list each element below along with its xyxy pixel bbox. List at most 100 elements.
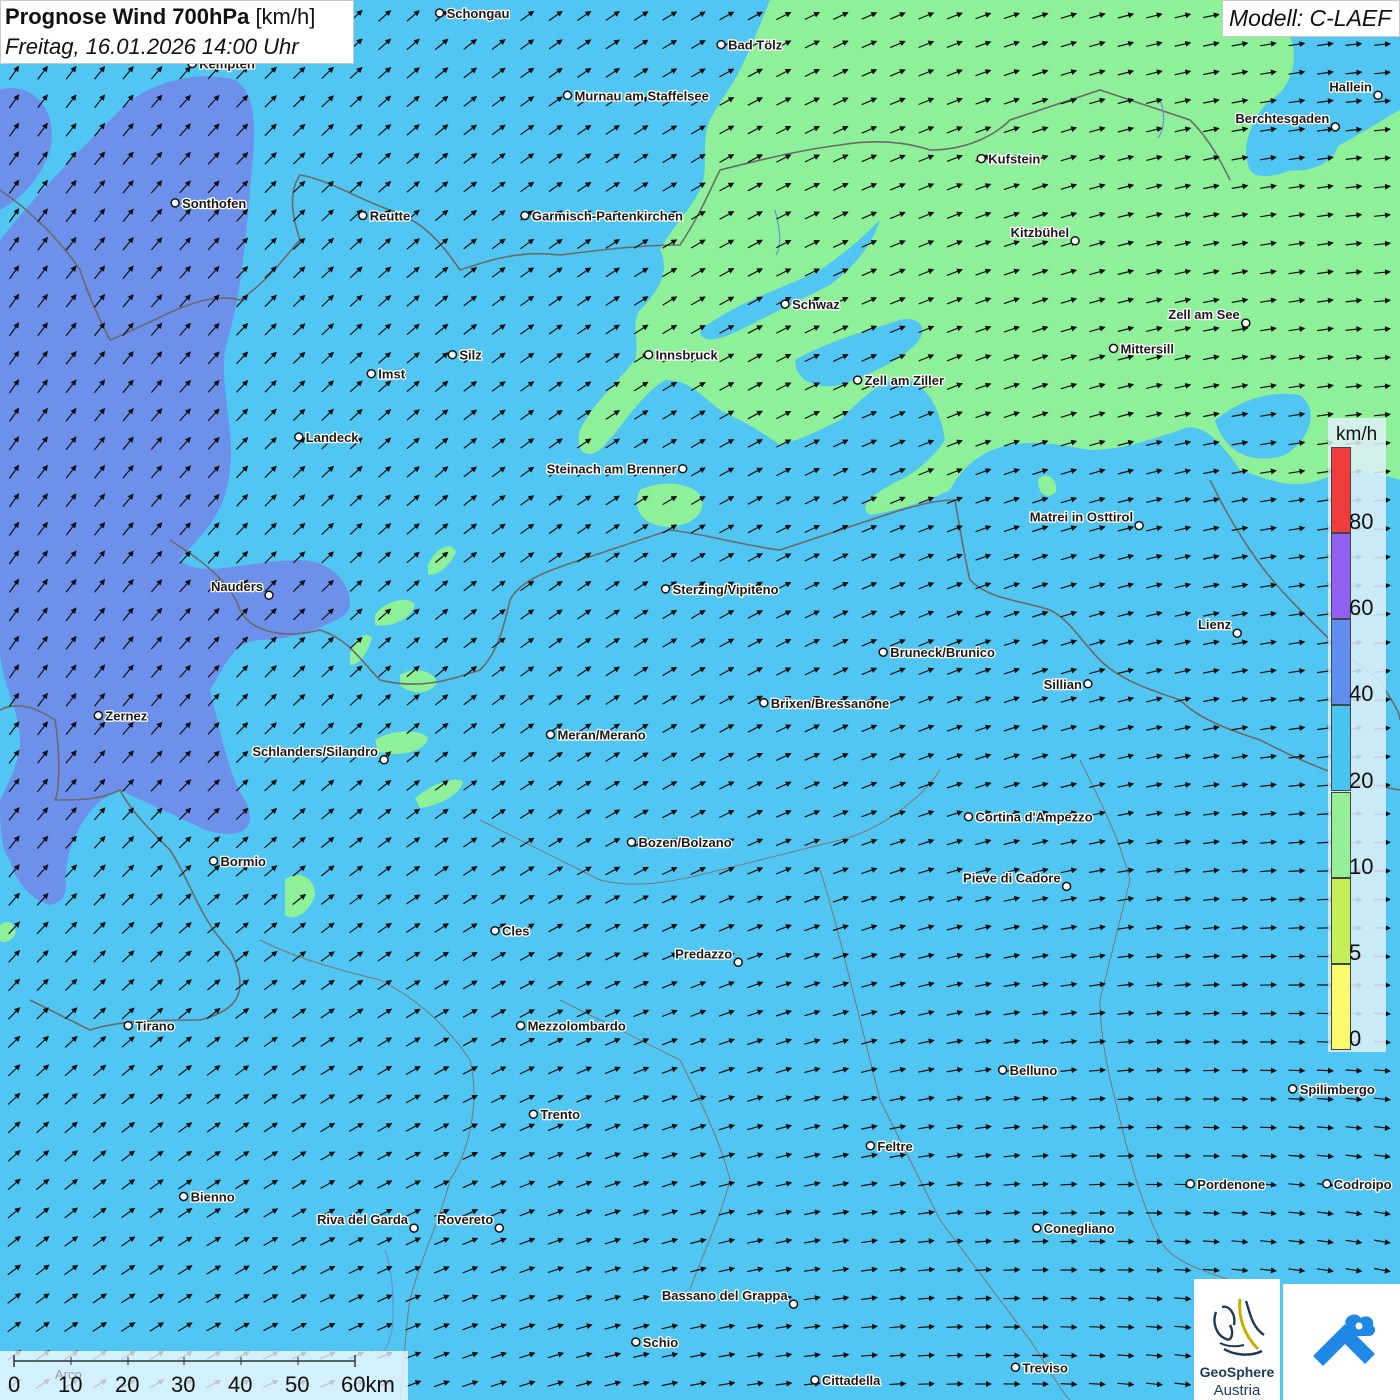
city-marker[interactable] bbox=[379, 755, 389, 765]
city-label: Rovereto bbox=[437, 1212, 493, 1227]
city-label: Sonthofen bbox=[182, 196, 246, 211]
city-label: Kufstein bbox=[988, 152, 1040, 167]
city-marker[interactable] bbox=[1185, 1179, 1196, 1189]
city-label: Hallein bbox=[1329, 79, 1372, 94]
city-label: Schwaz bbox=[792, 297, 840, 312]
wind-arrow bbox=[1288, 1067, 1306, 1074]
city-marker[interactable] bbox=[434, 8, 445, 18]
model-box: Modell: C-LAEF bbox=[1222, 0, 1400, 37]
city-label: Schlanders/Silandro bbox=[252, 744, 378, 759]
wind-arrow bbox=[1288, 924, 1306, 931]
city-label: Cles bbox=[502, 924, 529, 939]
city-label: Feltre bbox=[877, 1139, 912, 1154]
logo-text: GeoSphere bbox=[1199, 1364, 1275, 1380]
wind-arrow bbox=[1174, 1238, 1192, 1245]
scale-label: 0 bbox=[8, 1372, 21, 1397]
city-marker[interactable] bbox=[716, 39, 726, 50]
city-marker[interactable] bbox=[494, 1223, 505, 1233]
city-marker[interactable] bbox=[1330, 122, 1341, 132]
city-marker[interactable] bbox=[631, 1337, 641, 1347]
city-marker[interactable] bbox=[1134, 520, 1144, 531]
city-label: Sterzing/Vipiteno bbox=[673, 582, 779, 597]
city-marker[interactable] bbox=[490, 925, 500, 936]
wind-arrow bbox=[1060, 1352, 1078, 1359]
wind-arrow bbox=[1117, 1295, 1135, 1302]
city-label: Tirano bbox=[135, 1019, 175, 1034]
city-marker[interactable] bbox=[788, 1299, 799, 1309]
legend-tick-label: 5 bbox=[1349, 939, 1362, 965]
city-marker[interactable] bbox=[208, 856, 219, 866]
wind-arrow bbox=[1174, 1210, 1192, 1217]
city-marker[interactable] bbox=[963, 811, 974, 822]
city-marker[interactable] bbox=[358, 210, 368, 221]
weather-app-logo[interactable] bbox=[1283, 1284, 1400, 1400]
city-marker[interactable] bbox=[264, 590, 274, 600]
city-label: Murnau am Staffelsee bbox=[575, 88, 709, 103]
city-marker[interactable] bbox=[1322, 1179, 1332, 1189]
city-marker[interactable] bbox=[123, 1020, 133, 1031]
city-marker[interactable] bbox=[1241, 318, 1251, 328]
city-marker[interactable] bbox=[1373, 90, 1383, 101]
city-label: Pordenone bbox=[1197, 1177, 1265, 1192]
city-marker[interactable] bbox=[93, 710, 104, 721]
city-marker[interactable] bbox=[1061, 881, 1072, 892]
city-marker[interactable] bbox=[677, 463, 688, 474]
city-label: Garmisch-Partenkirchen bbox=[532, 209, 683, 224]
legend-tick-label: 60 bbox=[1349, 595, 1374, 621]
city-marker[interactable] bbox=[170, 198, 180, 208]
wind-arrow bbox=[1259, 1124, 1277, 1131]
city-marker[interactable] bbox=[366, 368, 377, 379]
city-label: Trento bbox=[540, 1107, 580, 1122]
city-label: Steinach am Brenner bbox=[547, 462, 677, 477]
wind-arrow bbox=[1060, 1209, 1078, 1216]
city-marker[interactable] bbox=[528, 1109, 539, 1119]
city-marker[interactable] bbox=[643, 349, 654, 360]
city-marker[interactable] bbox=[852, 375, 863, 385]
city-label: Bienno bbox=[191, 1190, 235, 1205]
city-label: Nauders bbox=[211, 579, 263, 594]
city-marker[interactable] bbox=[1010, 1362, 1021, 1373]
city-label: Bruneck/Brunico bbox=[890, 645, 995, 660]
city-marker[interactable] bbox=[1032, 1223, 1042, 1233]
city-marker[interactable] bbox=[810, 1375, 820, 1385]
city-marker[interactable] bbox=[1083, 679, 1093, 689]
wind-arrow bbox=[1145, 1267, 1163, 1274]
scale-label: 30 bbox=[171, 1372, 196, 1397]
city-marker[interactable] bbox=[865, 1141, 876, 1151]
city-marker[interactable] bbox=[1287, 1084, 1298, 1094]
city-marker[interactable] bbox=[733, 957, 743, 968]
city-marker[interactable] bbox=[562, 90, 573, 101]
wind-arrow bbox=[1031, 1238, 1049, 1245]
city-label: Imst bbox=[378, 367, 405, 382]
city-marker[interactable] bbox=[626, 837, 637, 847]
geosphere-emblem-icon bbox=[1213, 1298, 1265, 1356]
city-marker[interactable] bbox=[997, 1065, 1008, 1075]
geosphere-logo[interactable]: GeoSphere Austria bbox=[1194, 1279, 1280, 1400]
city-marker[interactable] bbox=[1070, 236, 1080, 246]
wind-arrow bbox=[1060, 1381, 1078, 1388]
wind-arrow bbox=[1145, 1067, 1163, 1074]
wind-arrow bbox=[946, 1352, 964, 1359]
wind-arrow bbox=[1088, 1152, 1106, 1159]
city-marker[interactable] bbox=[447, 349, 458, 360]
city-marker[interactable] bbox=[178, 1191, 189, 1202]
forecast-date: Freitag, 16.01.2026 14:00 Uhr bbox=[5, 34, 299, 59]
city-marker[interactable] bbox=[515, 1020, 526, 1031]
city-marker[interactable] bbox=[759, 698, 769, 708]
city-label: Bormio bbox=[221, 854, 267, 869]
wind-map[interactable]: SchongauBad TölzKemptenMurnau am Staffel… bbox=[0, 0, 1400, 1400]
cloud-arrow-icon bbox=[1313, 1314, 1376, 1366]
city-marker[interactable] bbox=[878, 647, 888, 657]
city-marker[interactable] bbox=[780, 299, 790, 309]
wind-arrow bbox=[1174, 1038, 1192, 1045]
city-marker[interactable] bbox=[409, 1223, 419, 1233]
city-marker[interactable] bbox=[294, 432, 304, 442]
city-marker[interactable] bbox=[1108, 343, 1119, 354]
city-marker[interactable] bbox=[545, 729, 556, 740]
wind-arrow bbox=[1316, 1067, 1334, 1074]
city-marker[interactable] bbox=[660, 584, 671, 594]
city-marker[interactable] bbox=[976, 153, 987, 164]
city-marker[interactable] bbox=[520, 210, 530, 221]
wind-arrow bbox=[917, 1352, 935, 1359]
city-marker[interactable] bbox=[1232, 628, 1242, 638]
